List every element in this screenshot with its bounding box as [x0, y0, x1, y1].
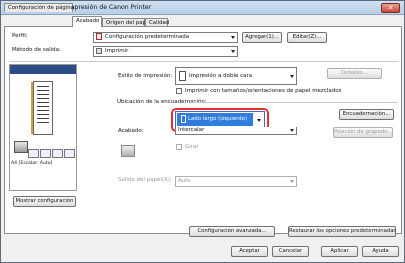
edit-profile-button[interactable]: Editar(Z)...: [287, 32, 327, 43]
booklet-icon[interactable]: [52, 149, 63, 158]
tab-page-setup[interactable]: Configuración de página: [4, 3, 74, 12]
printer-preview-icon: [14, 141, 28, 153]
page-preview-lines: [37, 86, 49, 124]
help-button[interactable]: Ayuda: [362, 246, 399, 257]
preview-header-bar: [10, 65, 76, 74]
output-tray-select[interactable]: Auto: [175, 176, 297, 187]
tab-page-setup-label: Configuración de página: [8, 5, 74, 11]
add-profile-button[interactable]: Agregar(1)...: [242, 32, 282, 43]
preview-pane: A4 [Escalar: Auto]: [9, 64, 77, 191]
print-style-value: Impresión a doble cara: [189, 73, 253, 79]
finishing-value: Intercalar: [178, 127, 205, 133]
output-method-select[interactable]: Imprimir: [93, 46, 238, 57]
binding-selected-option: Lado largo (izquierdo): [177, 113, 253, 126]
profile-icon: [96, 33, 102, 40]
binding-separator: [190, 102, 398, 103]
print-style-label: Estilo de impresión:: [118, 73, 173, 79]
finishing-panel: Perfil: Configuración predeterminada Agr…: [4, 26, 402, 237]
binding-location-value: Lado largo (izquierdo): [188, 116, 248, 122]
chevron-down-icon: [231, 36, 235, 39]
ok-button[interactable]: Aceptar: [231, 246, 268, 257]
gutter-button[interactable]: Encuadernación...: [339, 109, 394, 120]
chevron-down-icon: [231, 50, 235, 53]
chevron-down-icon: [290, 180, 294, 183]
print-style-select[interactable]: Impresión a doble cara: [175, 67, 297, 85]
layout-icon-row: [28, 149, 76, 158]
apply-button[interactable]: Aplicar: [321, 246, 358, 257]
profile-value: Configuración predeterminada: [105, 34, 190, 40]
preview-caption: A4 [Escalar: Auto]: [11, 161, 53, 166]
output-tray-label: Salida del papel(X):: [118, 177, 172, 183]
tab-finishing-label: Acabado: [76, 18, 100, 24]
close-window-button[interactable]: ✕: [381, 3, 400, 13]
collate-icon[interactable]: [64, 149, 75, 158]
rotate-checkbox-label: Girar: [185, 144, 199, 150]
mixed-paper-label: Imprimir con tamaños/orientaciones de pa…: [185, 88, 342, 94]
print-style-details-button[interactable]: Detalles...: [327, 68, 382, 79]
profile-label: Perfil:: [12, 33, 28, 39]
show-settings-button[interactable]: Mostrar configuración: [13, 196, 76, 207]
tab-finishing[interactable]: Acabado: [72, 16, 102, 27]
output-tray-value: Auto: [178, 178, 191, 184]
staple-position-button[interactable]: Posición de grapado...: [333, 127, 393, 138]
output-method-value: Imprimir: [105, 48, 129, 54]
binding-location-select[interactable]: Lado largo (izquierdo): [175, 111, 265, 128]
collate-pages-icon: [121, 145, 135, 157]
chevron-down-icon: [290, 129, 294, 132]
binding-edge-marker: [31, 82, 33, 134]
profile-select[interactable]: Configuración predeterminada: [93, 32, 238, 43]
finishing-select[interactable]: Intercalar: [175, 127, 297, 135]
chevron-down-icon: [257, 119, 261, 122]
output-method-label: Método de salida:: [12, 47, 61, 53]
restore-defaults-button[interactable]: Restaurar los opciones predeterminadas: [288, 226, 396, 237]
mixed-paper-checkbox[interactable]: [176, 88, 182, 94]
duplex-page-icon: [179, 70, 186, 81]
print-icon: [96, 47, 102, 54]
advanced-settings-button[interactable]: Configuración avanzada...: [189, 226, 275, 237]
finishing-label: Acabado:: [118, 128, 144, 134]
rotate-checkbox[interactable]: [176, 144, 182, 150]
staple-icon[interactable]: [40, 149, 51, 158]
header-separator: [9, 61, 399, 62]
left-binding-icon: [181, 114, 186, 123]
duplex-icon[interactable]: [28, 149, 39, 158]
chevron-down-icon: [290, 75, 294, 78]
cancel-button[interactable]: Cancelar: [272, 246, 309, 257]
print-preferences-window: Preferencias de impresión de Canon Print…: [0, 0, 405, 263]
page-preview-image: [31, 81, 53, 135]
